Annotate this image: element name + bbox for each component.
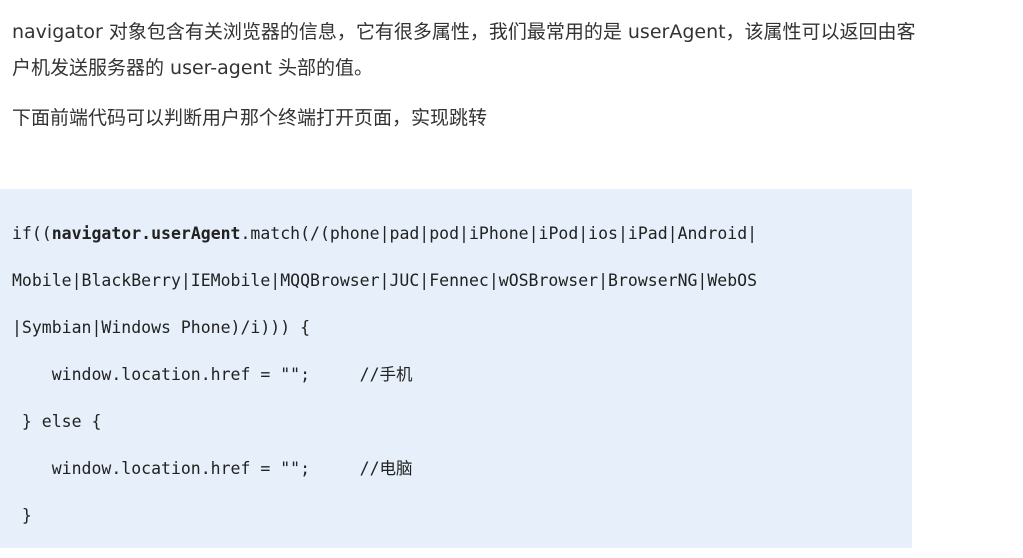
code-token-if: if(( [12, 224, 52, 243]
intro-paragraph-line-1: navigator 对象包含有关浏览器的信息，它有很多属性，我们最常用的是 us… [12, 21, 916, 43]
code-block: if((navigator.userAgent.match(/(phone|pa… [0, 189, 912, 548]
code-line-1: if((navigator.userAgent.match(/(phone|pa… [12, 222, 757, 246]
code-line-6: window.location.href = ""; //电脑 [12, 459, 413, 478]
redirect-description: 下面前端代码可以判断用户那个终端打开页面，实现跳转 [12, 107, 488, 129]
code-token-match: .match(/(phone|pad|pod|iPhone|iPod|ios|i… [240, 224, 758, 243]
code-token-useragent: navigator.userAgent [51, 224, 241, 243]
code-line-7: } [12, 506, 32, 525]
code-line-3: |Symbian|Windows Phone)/i))) { [12, 318, 311, 337]
code-line-4: window.location.href = ""; //手机 [12, 365, 413, 384]
intro-paragraph-line-2: 户机发送服务器的 user-agent 头部的值。 [12, 57, 374, 79]
code-line-5: } else { [12, 412, 102, 431]
code-line-2: Mobile|BlackBerry|IEMobile|MQQBrowser|JU… [12, 271, 758, 290]
